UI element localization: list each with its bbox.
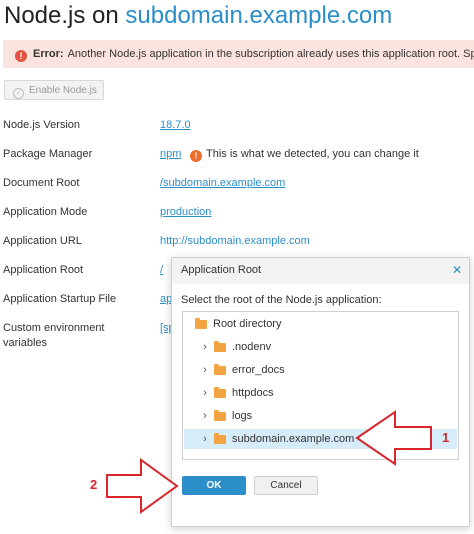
application-url-link[interactable]: http://subdomain.example.com xyxy=(160,235,310,247)
tree-item-error-docs[interactable]: › error_docs xyxy=(183,360,458,380)
setting-label-startup-file: Application Startup File xyxy=(3,293,117,305)
application-root-link[interactable]: / xyxy=(160,264,163,276)
application-mode-link[interactable]: production xyxy=(160,206,211,218)
chevron-right-icon[interactable]: › xyxy=(201,337,209,357)
annotation-arrow-1 xyxy=(355,410,432,466)
package-manager-link[interactable]: npm xyxy=(160,148,181,160)
annotation-arrow-2 xyxy=(106,458,179,514)
setting-label-custom-env: Custom environment xyxy=(3,322,105,334)
tree-item-httpdocs[interactable]: › httpdocs xyxy=(183,383,458,403)
folder-icon xyxy=(195,318,207,329)
folder-icon xyxy=(214,433,226,444)
page-title-prefix: Node.js on xyxy=(4,2,126,29)
tree-item-root[interactable]: Root directory xyxy=(183,314,458,334)
check-circle-icon: ✓ xyxy=(13,88,24,99)
page-title: Node.js on subdomain.example.com xyxy=(4,2,392,30)
annotation-marker-1: 1 xyxy=(442,430,450,445)
tree-item-label: httpdocs xyxy=(232,387,274,399)
enable-nodejs-button[interactable]: ✓ Enable Node.js xyxy=(4,80,104,100)
warning-icon: ! xyxy=(190,150,202,162)
tree-item-label: error_docs xyxy=(232,364,285,376)
error-label: Error: xyxy=(33,48,64,60)
folder-icon xyxy=(214,364,226,375)
setting-label-application-url: Application URL xyxy=(3,235,82,247)
page-title-domain: subdomain.example.com xyxy=(125,2,393,29)
chevron-right-icon[interactable]: › xyxy=(201,406,209,426)
tree-item-label: logs xyxy=(232,410,253,422)
setting-label-custom-env-2: variables xyxy=(3,337,48,349)
dialog-title: Application Root xyxy=(181,264,262,276)
nodejs-version-link[interactable]: 18.7.0 xyxy=(160,119,191,131)
setting-label-application-mode: Application Mode xyxy=(3,206,88,218)
setting-label-nodejs-version: Node.js Version xyxy=(3,119,81,131)
tree-item-label: .nodenv xyxy=(232,341,272,353)
setting-label-document-root: Document Root xyxy=(3,177,80,189)
document-root-link[interactable]: /subdomain.example.com xyxy=(160,177,285,189)
folder-icon xyxy=(214,341,226,352)
chevron-right-icon[interactable]: › xyxy=(201,360,209,380)
tree-item-nodenv[interactable]: › .nodenv xyxy=(183,337,458,357)
application-root-dialog: Application Root ✕ Select the root of th… xyxy=(171,257,470,527)
setting-label-package-manager: Package Manager xyxy=(3,148,93,160)
enable-nodejs-label: Enable Node.js xyxy=(29,85,97,96)
ok-button[interactable]: OK xyxy=(182,476,246,495)
close-icon[interactable]: ✕ xyxy=(452,263,462,277)
cancel-button[interactable]: Cancel xyxy=(254,476,318,495)
error-message: Another Node.js application in the subsc… xyxy=(67,48,474,60)
folder-icon xyxy=(214,410,226,421)
tree-item-label: subdomain.example.com xyxy=(232,433,355,445)
package-manager-note: ! This is what we detected, you can chang… xyxy=(190,148,419,162)
tree-item-label: Root directory xyxy=(213,318,282,330)
error-icon: ! xyxy=(15,50,27,62)
setting-label-application-root: Application Root xyxy=(3,264,84,276)
chevron-right-icon[interactable]: › xyxy=(201,383,209,403)
dialog-prompt: Select the root of the Node.js applicati… xyxy=(181,294,382,306)
error-alert: ! Error: Another Node.js application in th… xyxy=(3,40,474,68)
annotation-marker-2: 2 xyxy=(90,477,98,492)
chevron-right-icon[interactable]: › xyxy=(201,429,209,449)
folder-icon xyxy=(214,387,226,398)
package-manager-note-text: This is what we detected, you can change… xyxy=(206,148,419,160)
